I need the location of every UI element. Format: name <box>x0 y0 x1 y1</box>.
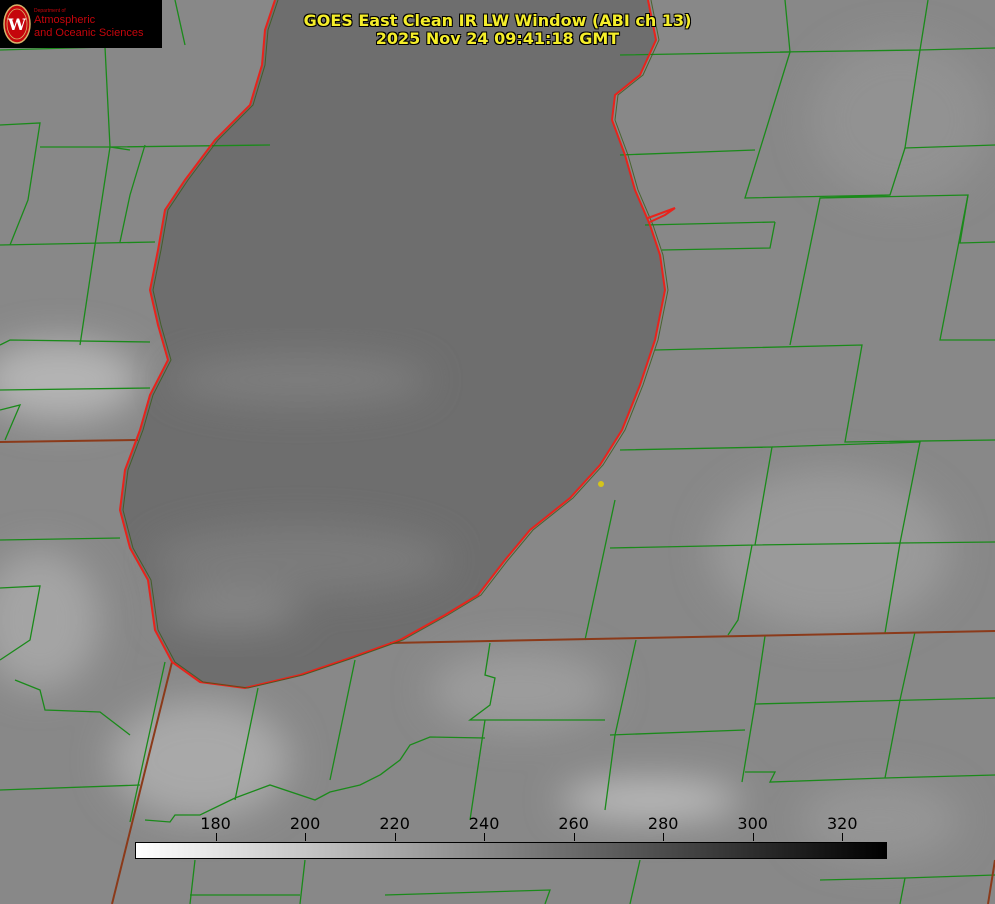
colorbar-tick-label: 320 <box>826 814 858 833</box>
location-marker <box>598 481 604 487</box>
logo-line1: Atmospheric <box>34 14 96 26</box>
uw-seal-icon: W <box>3 4 31 44</box>
colorbar-tick <box>215 833 217 841</box>
satellite-map <box>0 0 995 904</box>
colorbar-tick-label: 240 <box>468 814 500 833</box>
logo-line2: and Oceanic Sciences <box>34 27 144 39</box>
seal-letter: W <box>7 15 27 34</box>
colorbar-tick <box>305 833 307 841</box>
satellite-image-viewer: GOES East Clean IR LW Window (ABI ch 13)… <box>0 0 995 904</box>
colorbar-tick <box>394 833 396 841</box>
colorbar-tick-label: 180 <box>200 814 231 833</box>
colorbar-tick-label: 200 <box>289 814 321 833</box>
aos-logo: W Department of Atmospheric and Oceanic … <box>0 0 162 48</box>
colorbar-tick-label: 300 <box>737 814 768 833</box>
colorbar: 180 200 220 240 260 280 300 320 <box>135 814 887 859</box>
colorbar-tick-label: 260 <box>558 814 589 833</box>
colorbar-tick <box>663 833 665 841</box>
colorbar-tick-label: 220 <box>379 814 410 833</box>
colorbar-tick <box>842 833 844 841</box>
colorbar-tick <box>752 833 754 841</box>
colorbar-tick-label: 280 <box>647 814 679 833</box>
colorbar-tick <box>484 833 486 841</box>
colorbar-tick <box>573 833 575 841</box>
colorbar-gradient <box>135 842 887 859</box>
